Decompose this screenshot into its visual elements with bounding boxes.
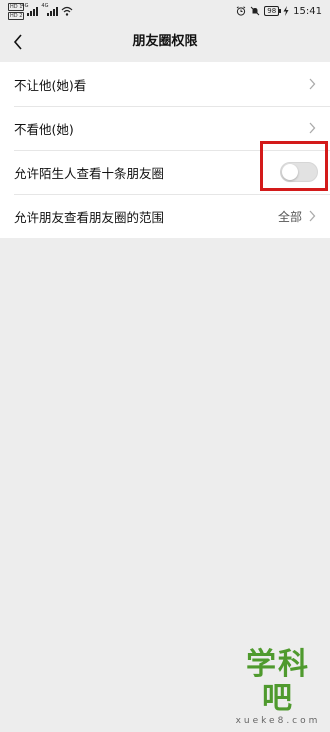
setting-label: 不看他(她) bbox=[14, 121, 74, 137]
toggle-knob bbox=[282, 164, 298, 180]
sim2-badge: HD 2 bbox=[8, 11, 25, 20]
setting-hide-my-moments[interactable]: 不让他(她)看 bbox=[0, 62, 330, 106]
setting-label: 允许朋友查看朋友圈的范围 bbox=[14, 209, 165, 225]
back-button[interactable] bbox=[4, 28, 32, 56]
setting-hide-their-moments[interactable]: 不看他(她) bbox=[0, 106, 330, 150]
watermark-logo: 学科吧 xueke8.com bbox=[232, 647, 324, 727]
setting-label: 不让他(她)看 bbox=[14, 77, 87, 93]
network-2-label: 4G bbox=[41, 3, 49, 9]
mute-bell-icon bbox=[250, 6, 260, 16]
stranger-view-toggle[interactable] bbox=[280, 162, 318, 182]
nav-bar: 朋友圈权限 bbox=[0, 22, 330, 62]
signal-2-icon: 4G bbox=[41, 3, 59, 16]
chevron-right-icon bbox=[309, 78, 316, 90]
status-left: HD 1 HD 2 4G 4G bbox=[8, 2, 73, 20]
signal-1-icon: 4G bbox=[21, 3, 39, 16]
setting-stranger-view-ten-posts: 允许陌生人查看十条朋友圈 bbox=[0, 150, 330, 194]
setting-label: 允许陌生人查看十条朋友圈 bbox=[14, 165, 165, 181]
status-bar: HD 1 HD 2 4G 4G 98 15:41 bbox=[0, 0, 330, 22]
watermark-subtitle: xueke8.com bbox=[235, 716, 321, 726]
chevron-right-icon bbox=[309, 122, 316, 134]
status-right: 98 15:41 bbox=[236, 3, 322, 19]
settings-list: 不让他(她)看 不看他(她) 允许陌生人查看十条朋友圈 允许朋友查看朋友圈的范围… bbox=[0, 62, 330, 238]
watermark-title: 学科吧 bbox=[246, 647, 310, 716]
clock: 15:41 bbox=[293, 5, 322, 17]
page-title: 朋友圈权限 bbox=[132, 34, 198, 49]
wifi-icon bbox=[61, 6, 73, 16]
network-1-label: 4G bbox=[21, 3, 29, 9]
setting-moments-visible-range[interactable]: 允许朋友查看朋友圈的范围 全部 bbox=[0, 194, 330, 238]
chevron-right-icon bbox=[309, 210, 316, 222]
alarm-icon bbox=[236, 6, 246, 16]
battery-indicator: 98 bbox=[264, 6, 282, 16]
charging-icon bbox=[283, 6, 289, 16]
chevron-left-icon[interactable] bbox=[13, 34, 23, 50]
setting-value: 全部 bbox=[277, 209, 302, 224]
